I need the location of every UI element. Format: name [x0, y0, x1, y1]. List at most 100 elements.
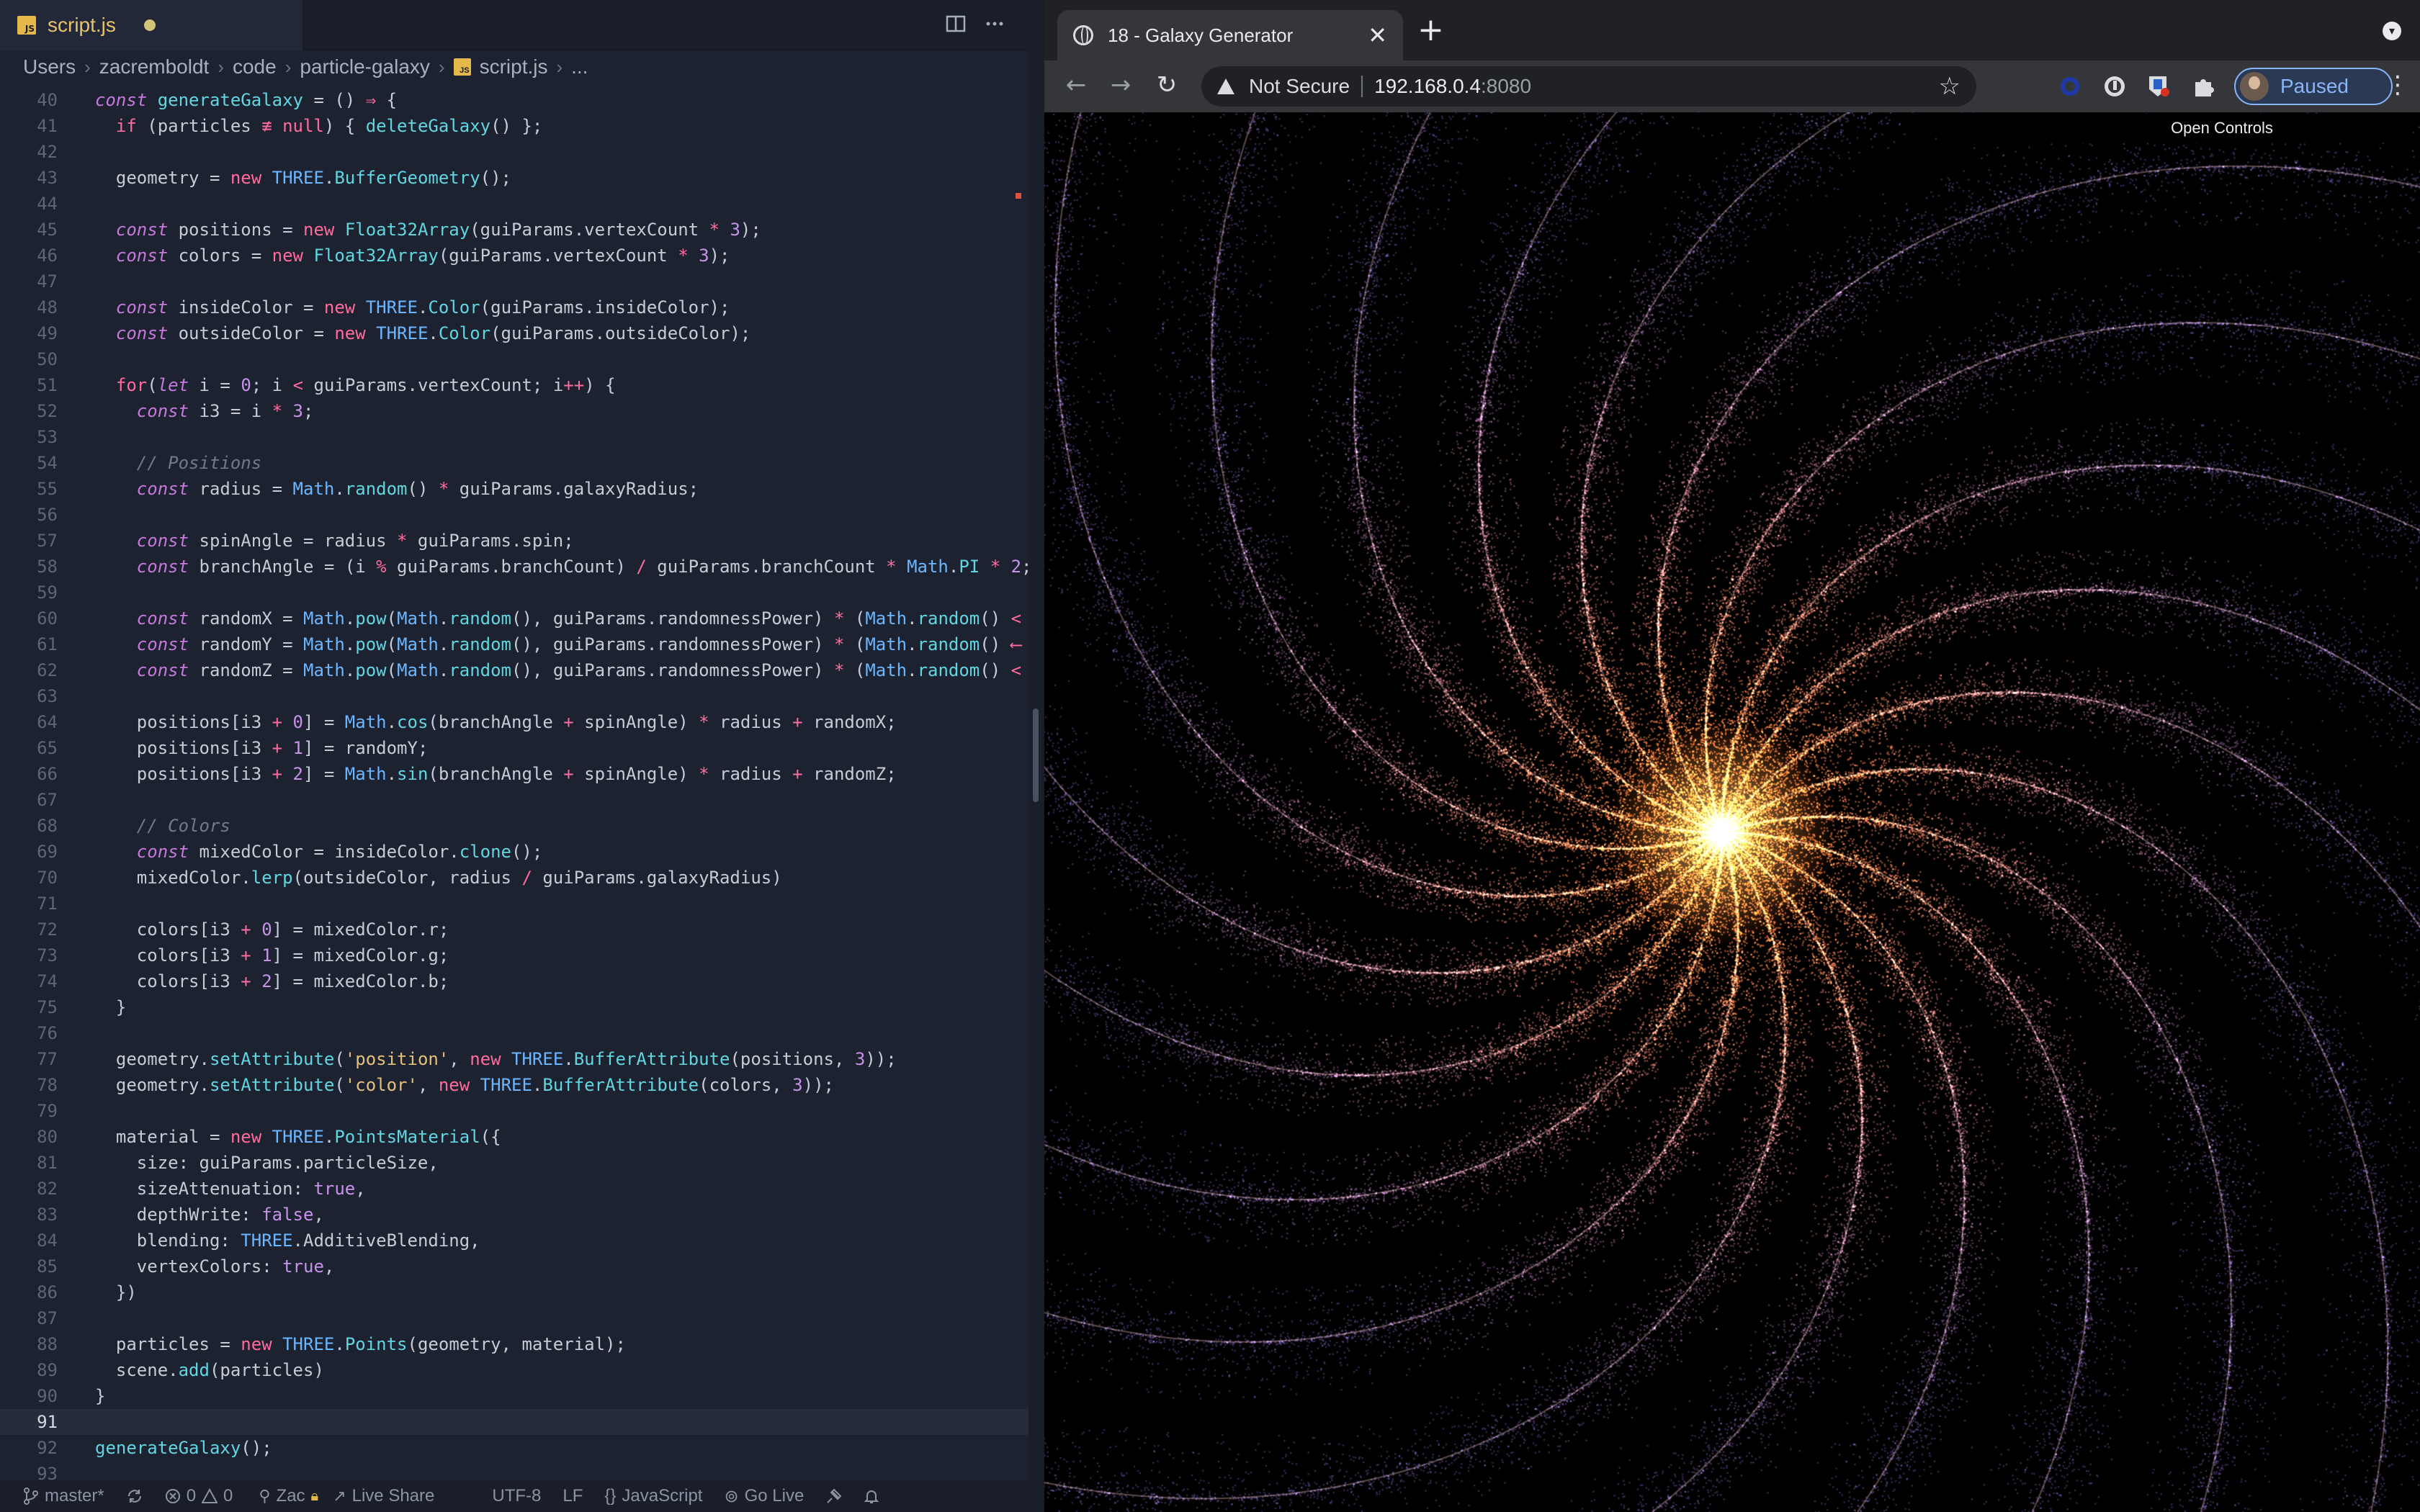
breadcrumb-item[interactable]: script.js — [480, 55, 548, 78]
code-line[interactable]: 54 // Positions — [0, 450, 1028, 476]
code-line[interactable]: 89 scene.add(particles) — [0, 1357, 1028, 1383]
breadcrumb-item[interactable]: ... — [571, 55, 588, 78]
code-line[interactable]: 72 colors[i3 + 0] = mixedColor.r; — [0, 917, 1028, 942]
code-line[interactable]: 63 — [0, 683, 1028, 709]
code-line[interactable]: 88 particles = new THREE.Points(geometry… — [0, 1331, 1028, 1357]
code-line[interactable]: 69 const mixedColor = insideColor.clone(… — [0, 839, 1028, 865]
notifications-bell-icon[interactable] — [863, 1488, 880, 1505]
code-line[interactable]: 43 geometry = new THREE.BufferGeometry()… — [0, 165, 1028, 191]
code-line[interactable]: 61 const randomY = Math.pow(Math.random(… — [0, 631, 1028, 657]
profile-button[interactable]: Paused — [2234, 68, 2393, 105]
code-line[interactable]: 84 blending: THREE.AdditiveBlending, — [0, 1228, 1028, 1254]
breadcrumb-item[interactable]: particle-galaxy — [300, 55, 430, 78]
code-line[interactable]: 40 const generateGalaxy = () ⇒ { — [0, 87, 1028, 113]
code-line[interactable]: 77 geometry.setAttribute('position', new… — [0, 1046, 1028, 1072]
problems-indicator[interactable]: 0 0 — [165, 1486, 233, 1506]
code-line[interactable]: 60 const randomX = Math.pow(Math.random(… — [0, 606, 1028, 631]
back-arrow-icon[interactable]: ← — [1060, 69, 1092, 101]
go-live-button[interactable]: ⊚ Go Live — [724, 1486, 804, 1507]
code-line[interactable]: 78 geometry.setAttribute('color', new TH… — [0, 1072, 1028, 1098]
code-line[interactable]: 90} — [0, 1383, 1028, 1409]
code-line-text: const positions = new Float32Array(guiPa… — [115, 220, 761, 240]
line-number: 64 — [37, 712, 58, 732]
code-line[interactable]: 42 — [0, 139, 1028, 165]
code-line[interactable]: 49 const outsideColor = new THREE.Color(… — [0, 320, 1028, 346]
split-divider[interactable] — [1028, 0, 1044, 1512]
editor-scrollbar-thumb[interactable] — [1033, 708, 1039, 802]
sync-icon[interactable] — [126, 1488, 143, 1505]
breadcrumb-item[interactable]: zacremboldt — [99, 55, 210, 78]
code-line[interactable]: 67 — [0, 787, 1028, 813]
code-line[interactable]: 59 — [0, 580, 1028, 606]
code-line[interactable]: 58 const branchAngle = (i % guiParams.br… — [0, 554, 1028, 580]
extension-circle-icon[interactable] — [2056, 72, 2084, 101]
eol-indicator[interactable]: LF — [563, 1486, 583, 1506]
code-line[interactable]: 45 const positions = new Float32Array(gu… — [0, 217, 1028, 243]
browser-tab-strip: 18 - Galaxy Generator ✕ + ▾ — [1044, 0, 2420, 60]
code-line[interactable]: 74 colors[i3 + 2] = mixedColor.b; — [0, 968, 1028, 994]
shield-extension-icon[interactable] — [2143, 72, 2172, 101]
extensions-puzzle-icon[interactable] — [2190, 72, 2218, 101]
code-line[interactable]: 57 const spinAngle = radius * guiParams.… — [0, 528, 1028, 554]
code-line[interactable]: 65 positions[i3 + 1] = randomY; — [0, 735, 1028, 761]
code-line[interactable]: 46 const colors = new Float32Array(guiPa… — [0, 243, 1028, 269]
code-line[interactable]: 50 — [0, 346, 1028, 372]
language-mode[interactable]: {} JavaScript — [604, 1486, 702, 1506]
code-line[interactable]: 76 — [0, 1020, 1028, 1046]
code-line[interactable]: 92 generateGalaxy(); — [0, 1435, 1028, 1461]
password-manager-icon[interactable] — [2100, 72, 2129, 101]
code-line[interactable]: 53 — [0, 424, 1028, 450]
new-tab-plus-icon[interactable]: + — [1417, 14, 1444, 46]
forward-arrow-icon[interactable]: → — [1105, 69, 1137, 101]
code-line[interactable]: 91 — [0, 1409, 1028, 1435]
tab-search-chevron-icon[interactable]: ▾ — [2383, 22, 2401, 40]
code-line[interactable]: 71 — [0, 891, 1028, 917]
security-status[interactable]: Not Secure — [1249, 75, 1350, 98]
encoding-indicator[interactable]: UTF-8 — [492, 1486, 541, 1506]
code-line[interactable]: 66 positions[i3 + 2] = Math.sin(branchAn… — [0, 761, 1028, 787]
live-share-button[interactable]: ↗ Live Share — [333, 1486, 434, 1506]
code-line[interactable]: 52 const i3 = i * 3; — [0, 398, 1028, 424]
line-number: 47 — [37, 271, 58, 292]
code-line[interactable]: 68 // Colors — [0, 813, 1028, 839]
code-line[interactable]: 44 — [0, 191, 1028, 217]
split-editor-icon[interactable] — [944, 13, 968, 37]
code-line[interactable]: 86 }) — [0, 1279, 1028, 1305]
address-bar[interactable]: Not Secure 192.168.0.4:8080 ☆ — [1201, 66, 1976, 107]
bookmark-star-icon[interactable]: ☆ — [1939, 72, 1960, 101]
code-line[interactable]: 80 material = new THREE.PointsMaterial({ — [0, 1124, 1028, 1150]
more-actions-icon[interactable] — [982, 13, 1007, 37]
code-line[interactable]: 51 for(let i = 0; i < guiParams.vertexCo… — [0, 372, 1028, 398]
git-branch[interactable]: master* — [23, 1486, 104, 1506]
code-line[interactable]: 87 — [0, 1305, 1028, 1331]
code-line[interactable]: 81 size: guiParams.particleSize, — [0, 1150, 1028, 1176]
code-line[interactable]: 83 depthWrite: false, — [0, 1202, 1028, 1228]
code-line[interactable]: 79 — [0, 1098, 1028, 1124]
unsaved-changes-dot[interactable] — [144, 19, 156, 31]
editor-tab-script-js[interactable]: JS script.js — [0, 0, 302, 50]
code-line[interactable]: 73 colors[i3 + 1] = mixedColor.g; — [0, 942, 1028, 968]
code-line[interactable]: 82 sizeAttenuation: true, — [0, 1176, 1028, 1202]
code-line[interactable]: 48 const insideColor = new THREE.Color(g… — [0, 294, 1028, 320]
close-tab-icon[interactable]: ✕ — [1368, 22, 1387, 49]
code-line[interactable]: 70 mixedColor.lerp(outsideColor, radius … — [0, 865, 1028, 891]
feedback-icon[interactable] — [825, 1488, 843, 1505]
code-line[interactable]: 62 const randomZ = Math.pow(Math.random(… — [0, 657, 1028, 683]
reload-icon[interactable]: ↻ — [1151, 69, 1183, 101]
code-line[interactable]: 64 positions[i3 + 0] = Math.cos(branchAn… — [0, 709, 1028, 735]
code-line[interactable]: 55 const radius = Math.random() * guiPar… — [0, 476, 1028, 502]
browser-menu-icon[interactable]: ⋮ — [2385, 71, 2410, 99]
code-area[interactable]: 40 const generateGalaxy = () ⇒ {41 if (pa… — [0, 87, 1028, 1487]
browser-tab-active[interactable]: 18 - Galaxy Generator ✕ — [1057, 10, 1403, 60]
account-indicator[interactable]: ⚲ Zac 🔒︎ — [259, 1486, 318, 1506]
galaxy-canvas[interactable] — [1044, 112, 2420, 1512]
breadcrumb-item[interactable]: Users — [23, 55, 76, 78]
code-line[interactable]: 41 if (particles ≢ null) { deleteGalaxy(… — [0, 113, 1028, 139]
code-line[interactable]: 47 — [0, 269, 1028, 294]
open-controls-button[interactable]: Open Controls — [2031, 114, 2413, 143]
code-line[interactable]: 56 — [0, 502, 1028, 528]
code-line[interactable]: 85 vertexColors: true, — [0, 1254, 1028, 1279]
page-viewport[interactable]: Open Controls — [1044, 112, 2420, 1512]
breadcrumb-item[interactable]: code — [233, 55, 277, 78]
code-line[interactable]: 75 } — [0, 994, 1028, 1020]
